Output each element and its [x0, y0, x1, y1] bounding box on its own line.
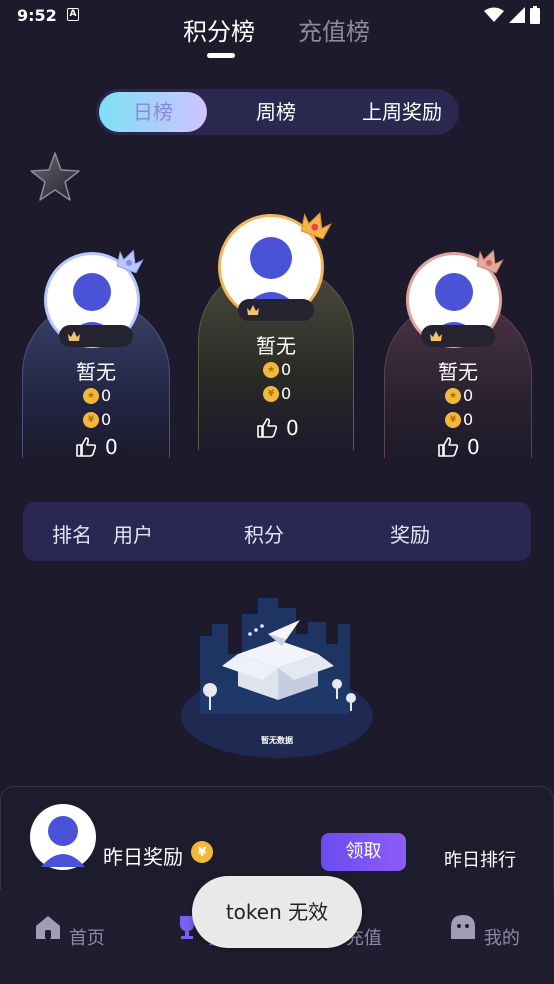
- tab-daily[interactable]: 日榜: [99, 92, 207, 132]
- tab-last-week-reward[interactable]: 上周奖励: [344, 92, 460, 132]
- points-value: 0: [281, 360, 292, 379]
- coin-icon: ¥: [263, 385, 279, 402]
- tabbar-home-label: 首页: [68, 928, 105, 949]
- crown-small-icon: [430, 331, 442, 341]
- points-icon: ★: [263, 361, 279, 378]
- tab-weekly[interactable]: 周榜: [224, 92, 328, 132]
- header-score: 积分: [244, 523, 284, 547]
- period-segmented-control: 日榜 周榜 上周奖励: [96, 89, 459, 135]
- empty-box-illustration: 暂无数据: [181, 598, 373, 758]
- header-user: 用户: [113, 523, 153, 547]
- rank-pill: [421, 325, 495, 347]
- yesterday-rank-link[interactable]: 昨日排行: [444, 846, 516, 872]
- coins-value: 0: [101, 410, 112, 429]
- points-value: 0: [463, 386, 474, 405]
- points-value: 0: [101, 386, 112, 405]
- tab-recharge-rank[interactable]: 充值榜: [298, 12, 370, 47]
- like-button[interactable]: 0: [256, 416, 299, 440]
- likes-count: 0: [286, 416, 299, 440]
- claim-button[interactable]: 领取: [321, 833, 406, 871]
- coins-value: 0: [281, 384, 292, 403]
- tab-points-rank[interactable]: 积分榜: [183, 12, 255, 47]
- likes-count: 0: [467, 435, 480, 459]
- user-avatar-icon: [41, 816, 85, 867]
- crown-small-icon: [68, 331, 80, 341]
- rank-pill: [238, 299, 314, 321]
- like-button[interactable]: 0: [75, 435, 118, 459]
- player-coins: ¥ 0: [263, 384, 291, 403]
- ranking-table-header: 排名 用户 积分 奖励: [23, 502, 531, 561]
- crown-small-icon: [247, 305, 259, 315]
- thumbs-up-icon: [257, 418, 278, 438]
- player-coins: ¥ 0: [83, 410, 111, 429]
- user-avatar-icon: [242, 237, 300, 310]
- empty-state: 暂无数据: [178, 594, 376, 760]
- toast-message: token 无效: [192, 876, 362, 948]
- home-icon: [36, 916, 61, 939]
- player-points: ★ 0: [445, 386, 473, 405]
- header-reward: 奖励: [390, 523, 430, 547]
- player-name: 暂无: [256, 334, 296, 358]
- profile-icon: [451, 915, 476, 939]
- top-tabs: 积分榜 充值榜: [0, 10, 554, 60]
- thumbs-up-icon: [438, 437, 459, 457]
- player-points: ★ 0: [263, 360, 291, 379]
- avatar[interactable]: [30, 804, 96, 870]
- header-rank: 排名: [52, 523, 92, 547]
- rank-pill: [59, 325, 133, 347]
- points-icon: ★: [445, 387, 461, 404]
- player-coins: ¥ 0: [445, 410, 473, 429]
- empty-state-text: 暂无数据: [261, 735, 293, 745]
- likes-count: 0: [105, 435, 118, 459]
- tabbar-mine[interactable]: 我的: [444, 912, 524, 950]
- coins-value: 0: [463, 410, 474, 429]
- like-button[interactable]: 0: [437, 435, 480, 459]
- points-icon: ★: [83, 387, 99, 404]
- tab-indicator: [207, 53, 235, 58]
- player-name: 暂无: [76, 360, 116, 384]
- coin-icon: ¥: [445, 411, 461, 428]
- thumbs-up-icon: [76, 437, 97, 457]
- player-name: 暂无: [438, 360, 478, 384]
- tabbar-home[interactable]: 首页: [29, 912, 109, 950]
- coin-icon: ¥: [191, 841, 213, 863]
- player-points: ★ 0: [83, 386, 111, 405]
- yesterday-reward-label: 昨日奖励: [103, 845, 183, 869]
- star-icon: [30, 152, 80, 201]
- coin-icon: ¥: [83, 411, 99, 428]
- tabbar-mine-label: 我的: [483, 928, 520, 949]
